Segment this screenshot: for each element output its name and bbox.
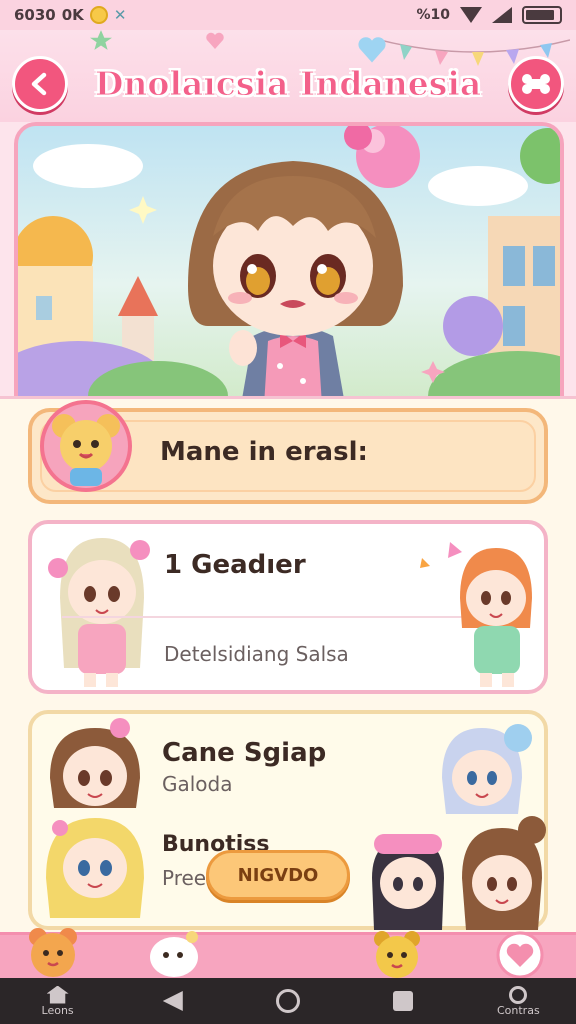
nav-item-leons[interactable]: Leons <box>28 985 88 1017</box>
system-nav-bar: Leons Contras <box>0 978 576 1024</box>
character-avatar-blonde-icon <box>48 538 150 687</box>
status-bar: 6030 0K ✕ %10 <box>0 0 576 30</box>
card-subtitle: Detelsidiang Salsa <box>164 642 349 666</box>
wifi-icon <box>460 7 482 23</box>
nav-label: Leons <box>41 1003 74 1017</box>
status-carrier: 0K <box>61 6 84 24</box>
hero-illustration <box>14 122 564 418</box>
menu-button[interactable] <box>508 56 564 112</box>
list-item[interactable]: 1 Geadıer Detelsidiang Salsa <box>28 520 548 694</box>
heart-button-icon[interactable] <box>494 931 546 979</box>
card-title: 1 Geadıer <box>164 550 306 580</box>
character-avatar-orange-icon <box>420 542 532 687</box>
card-subtitle: Galoda <box>162 772 233 796</box>
chevron-left-icon <box>31 72 47 96</box>
bottom-dock <box>0 928 576 979</box>
nav-item-contras[interactable]: Contras <box>488 985 548 1017</box>
nav-recents-button[interactable] <box>373 991 433 1011</box>
star-decoration-icon <box>90 30 112 50</box>
app-title: Dnolaıcsia Indanesia <box>94 64 482 104</box>
search-icon <box>509 985 528 1004</box>
heart-decoration-icon <box>206 32 224 49</box>
back-triangle-icon <box>162 991 183 1011</box>
bone-icon <box>522 74 550 94</box>
signal-icon <box>492 7 512 23</box>
heart-decoration-icon <box>358 37 386 63</box>
nav-home-button[interactable] <box>258 989 318 1013</box>
header: Dnolaıcsia Indanesia <box>0 30 576 122</box>
card-title: Cane Sgiap <box>162 738 327 768</box>
flag-icon: ✕ <box>113 6 127 24</box>
battery-icon <box>522 6 562 24</box>
avatar[interactable] <box>40 400 132 492</box>
ghost-character-icon[interactable] <box>148 929 200 979</box>
coin-icon <box>89 6 108 24</box>
bear-character-icon[interactable] <box>26 925 80 979</box>
recents-square-icon <box>393 991 414 1011</box>
home-circle-icon <box>275 989 300 1013</box>
nav-label: Contras <box>496 1003 540 1017</box>
primary-action-button[interactable]: NIGVDO <box>206 850 350 900</box>
status-time: 6030 <box>14 6 56 24</box>
bear-avatar-icon <box>52 414 120 486</box>
character-scene-illustration <box>18 126 560 414</box>
cat-character-icon[interactable] <box>370 929 424 979</box>
back-button[interactable] <box>12 56 68 112</box>
character-avatar-group-left-icon <box>46 718 144 918</box>
status-percent: %10 <box>416 7 450 23</box>
character-avatar-group-right-icon <box>372 724 546 930</box>
nav-back-button[interactable] <box>143 991 203 1011</box>
home-icon <box>46 985 69 1004</box>
name-label: Mane in erasl: <box>160 437 368 467</box>
